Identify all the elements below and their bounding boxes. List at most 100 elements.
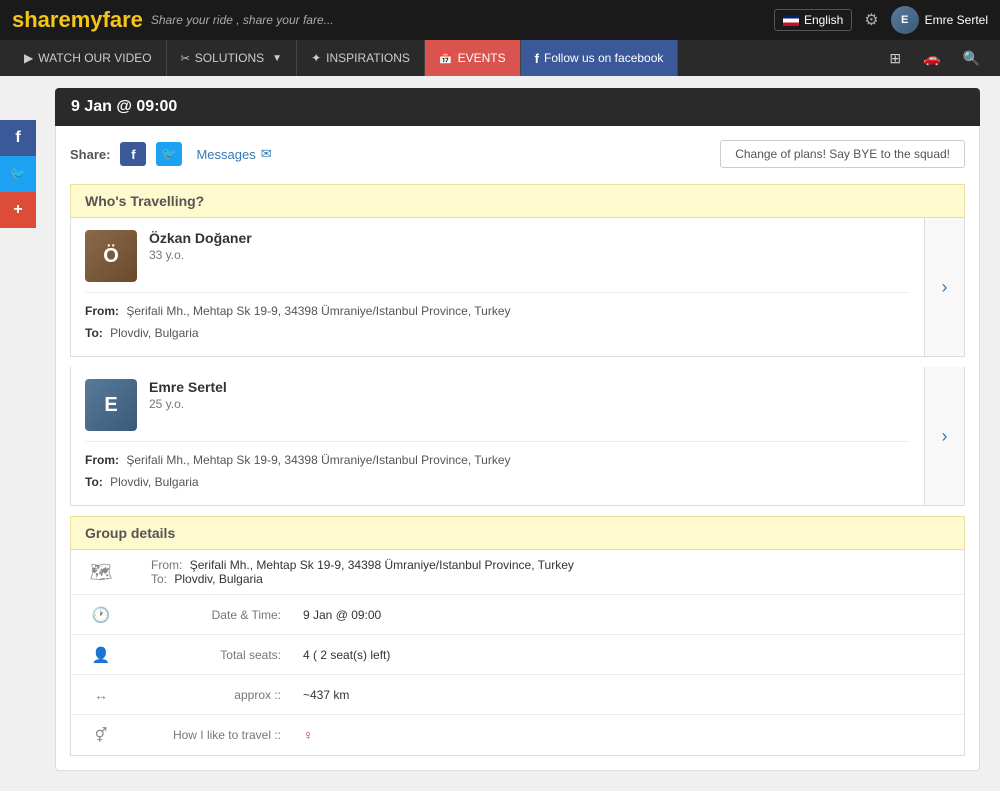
- to-label-ozkan: To:: [85, 326, 103, 340]
- to-value-emre: Plovdiv, Bulgaria: [110, 475, 199, 489]
- car-view-button[interactable]: 🚗: [913, 40, 950, 76]
- grid-view-button[interactable]: ⊞: [879, 40, 911, 76]
- nav-inspirations-label: INSPIRATIONS: [326, 51, 410, 65]
- nav-inspirations[interactable]: ✦ INSPIRATIONS: [297, 40, 425, 76]
- traveler-to-ozkan: To: Plovdiv, Bulgaria: [85, 323, 910, 345]
- language-button[interactable]: English: [774, 9, 852, 31]
- nav-solutions[interactable]: ✂ SOLUTIONS ▼: [167, 40, 297, 76]
- gender-icon-cell: ⚥: [71, 719, 131, 752]
- group-approx-value: ~437 km: [291, 680, 964, 710]
- group-travel-value: ♀: [291, 719, 964, 751]
- group-travel-label: How I like to travel ::: [131, 728, 291, 742]
- user-avatar: E: [891, 6, 919, 34]
- traveler-card-ozkan: Ö Özkan Doğaner 33 y.o. From: Şerifali M…: [70, 218, 965, 357]
- gender-female-icon: ♀: [303, 727, 314, 743]
- person-icon: 👤: [92, 646, 111, 664]
- group-details-header: Group details: [70, 516, 965, 550]
- traveler-info-top-ozkan: Ö Özkan Doğaner 33 y.o.: [85, 230, 910, 282]
- group-details-section: Group details 🗺 From: Şerifali Mh., Meht…: [70, 516, 965, 756]
- group-route-row: 🗺 From: Şerifali Mh., Mehtap Sk 19-9, 34…: [71, 550, 964, 595]
- envelope-icon: ✉: [261, 146, 272, 162]
- traveler-avatar-ozkan[interactable]: Ö: [85, 230, 137, 282]
- group-approx-label: approx ::: [131, 688, 291, 702]
- group-details-title: Group details: [85, 525, 175, 541]
- side-social: f 🐦 +: [0, 120, 36, 228]
- nav-facebook-follow[interactable]: f Follow us on facebook: [521, 40, 679, 76]
- from-value-ozkan: Şerifali Mh., Mehtap Sk 19-9, 34398 Ümra…: [126, 304, 510, 318]
- bye-button[interactable]: Change of plans! Say BYE to the squad!: [720, 140, 965, 168]
- facebook-side-icon: f: [15, 129, 20, 147]
- search-button[interactable]: 🔍: [953, 40, 990, 76]
- nav-watch-video-label: WATCH OUR VIDEO: [38, 51, 151, 65]
- user-menu[interactable]: E Emre Sertel: [891, 6, 988, 34]
- page-content: 9 Jan @ 09:00 Share: f 🐦 Messages ✉ Chan…: [0, 76, 1000, 791]
- traveler-route-ozkan: From: Şerifali Mh., Mehtap Sk 19-9, 3439…: [85, 292, 910, 344]
- date-header: 9 Jan @ 09:00: [55, 88, 980, 126]
- group-datetime-label: Date & Time:: [131, 608, 291, 622]
- clock-icon-cell: 🕐: [71, 598, 131, 632]
- play-icon: ▶: [24, 51, 33, 65]
- chevron-right-icon-ozkan: ›: [942, 277, 948, 298]
- logo-share: share: [12, 7, 71, 32]
- arrow-lr-icon-cell: ↔: [71, 679, 131, 711]
- group-travel-row: ⚥ How I like to travel :: ♀: [71, 715, 964, 755]
- to-label-emre: To:: [85, 475, 103, 489]
- traveler-info-top-emre: E Emre Sertel 25 y.o.: [85, 379, 910, 431]
- side-twitter-button[interactable]: 🐦: [0, 156, 36, 192]
- messages-label: Messages: [196, 147, 255, 162]
- nav-events[interactable]: 📅 EVENTS: [425, 40, 521, 76]
- group-seats-row: 👤 Total seats: 4 ( 2 seat(s) left): [71, 635, 964, 675]
- top-bar-right: English ⚙ E Emre Sertel: [774, 6, 988, 34]
- traveler-to-emre: To: Plovdiv, Bulgaria: [85, 472, 910, 494]
- user-name: Emre Sertel: [925, 13, 988, 27]
- main-nav: ▶ WATCH OUR VIDEO ✂ SOLUTIONS ▼ ✦ INSPIR…: [0, 40, 1000, 76]
- nav-watch-video[interactable]: ▶ WATCH OUR VIDEO: [10, 40, 167, 76]
- share-facebook-button[interactable]: f: [120, 142, 146, 166]
- share-twitter-button[interactable]: 🐦: [156, 142, 182, 166]
- avatar-initials-ozkan: Ö: [103, 245, 119, 268]
- who-travelling-title: Who's Travelling?: [85, 193, 204, 209]
- calendar-icon: 📅: [439, 52, 453, 65]
- nav-solutions-label: SOLUTIONS: [195, 51, 264, 65]
- traveler-arrow-emre[interactable]: ›: [924, 367, 964, 505]
- settings-button[interactable]: ⚙: [864, 10, 878, 30]
- traveler-main-emre: E Emre Sertel 25 y.o. From: Şerifali Mh.…: [71, 367, 924, 505]
- traveler-text-emre: Emre Sertel 25 y.o.: [149, 379, 227, 411]
- group-to-label: To:: [151, 572, 167, 586]
- gender-icon: ⚥: [95, 727, 108, 744]
- car-icon: 🚗: [923, 50, 940, 67]
- logo-myfare: myfare: [71, 7, 143, 32]
- traveler-text-ozkan: Özkan Doğaner 33 y.o.: [149, 230, 252, 262]
- traveler-name-ozkan: Özkan Doğaner: [149, 230, 252, 246]
- side-facebook-button[interactable]: f: [0, 120, 36, 156]
- map-icon-cell: 🗺: [71, 554, 131, 591]
- logo[interactable]: sharemyfare Share your ride , share your…: [12, 7, 334, 33]
- person-icon-cell: 👤: [71, 638, 131, 672]
- plus-side-icon: +: [13, 201, 22, 219]
- group-seats-value: 4 ( 2 seat(s) left): [291, 640, 964, 670]
- facebook-icon: f: [535, 51, 539, 66]
- to-value-ozkan: Plovdiv, Bulgaria: [110, 326, 199, 340]
- flag-icon: [783, 15, 799, 26]
- group-seats-label: Total seats:: [131, 648, 291, 662]
- map-icon: 🗺: [90, 562, 113, 583]
- group-from-value: Şerifali Mh., Mehtap Sk 19-9, 34398 Ümra…: [190, 558, 574, 572]
- group-from-row: From: Şerifali Mh., Mehtap Sk 19-9, 3439…: [151, 558, 952, 572]
- messages-link[interactable]: Messages ✉: [196, 146, 271, 162]
- twitter-side-icon: 🐦: [10, 166, 26, 182]
- traveler-card-emre: E Emre Sertel 25 y.o. From: Şerifali Mh.…: [70, 367, 965, 506]
- logo-tagline: Share your ride , share your fare...: [151, 13, 334, 27]
- traveler-avatar-emre[interactable]: E: [85, 379, 137, 431]
- traveler-name-emre: Emre Sertel: [149, 379, 227, 395]
- language-label: English: [804, 13, 843, 27]
- traveler-main-ozkan: Ö Özkan Doğaner 33 y.o. From: Şerifali M…: [71, 218, 924, 356]
- scissors-icon: ✂: [181, 52, 190, 65]
- chevron-down-icon: ▼: [272, 53, 282, 64]
- from-label-ozkan: From:: [85, 304, 119, 318]
- group-datetime-value: 9 Jan @ 09:00: [291, 600, 964, 630]
- from-label-emre: From:: [85, 453, 119, 467]
- group-table: 🗺 From: Şerifali Mh., Mehtap Sk 19-9, 34…: [70, 550, 965, 756]
- nav-facebook-label: Follow us on facebook: [544, 51, 663, 65]
- side-plus-button[interactable]: +: [0, 192, 36, 228]
- traveler-arrow-ozkan[interactable]: ›: [924, 218, 964, 356]
